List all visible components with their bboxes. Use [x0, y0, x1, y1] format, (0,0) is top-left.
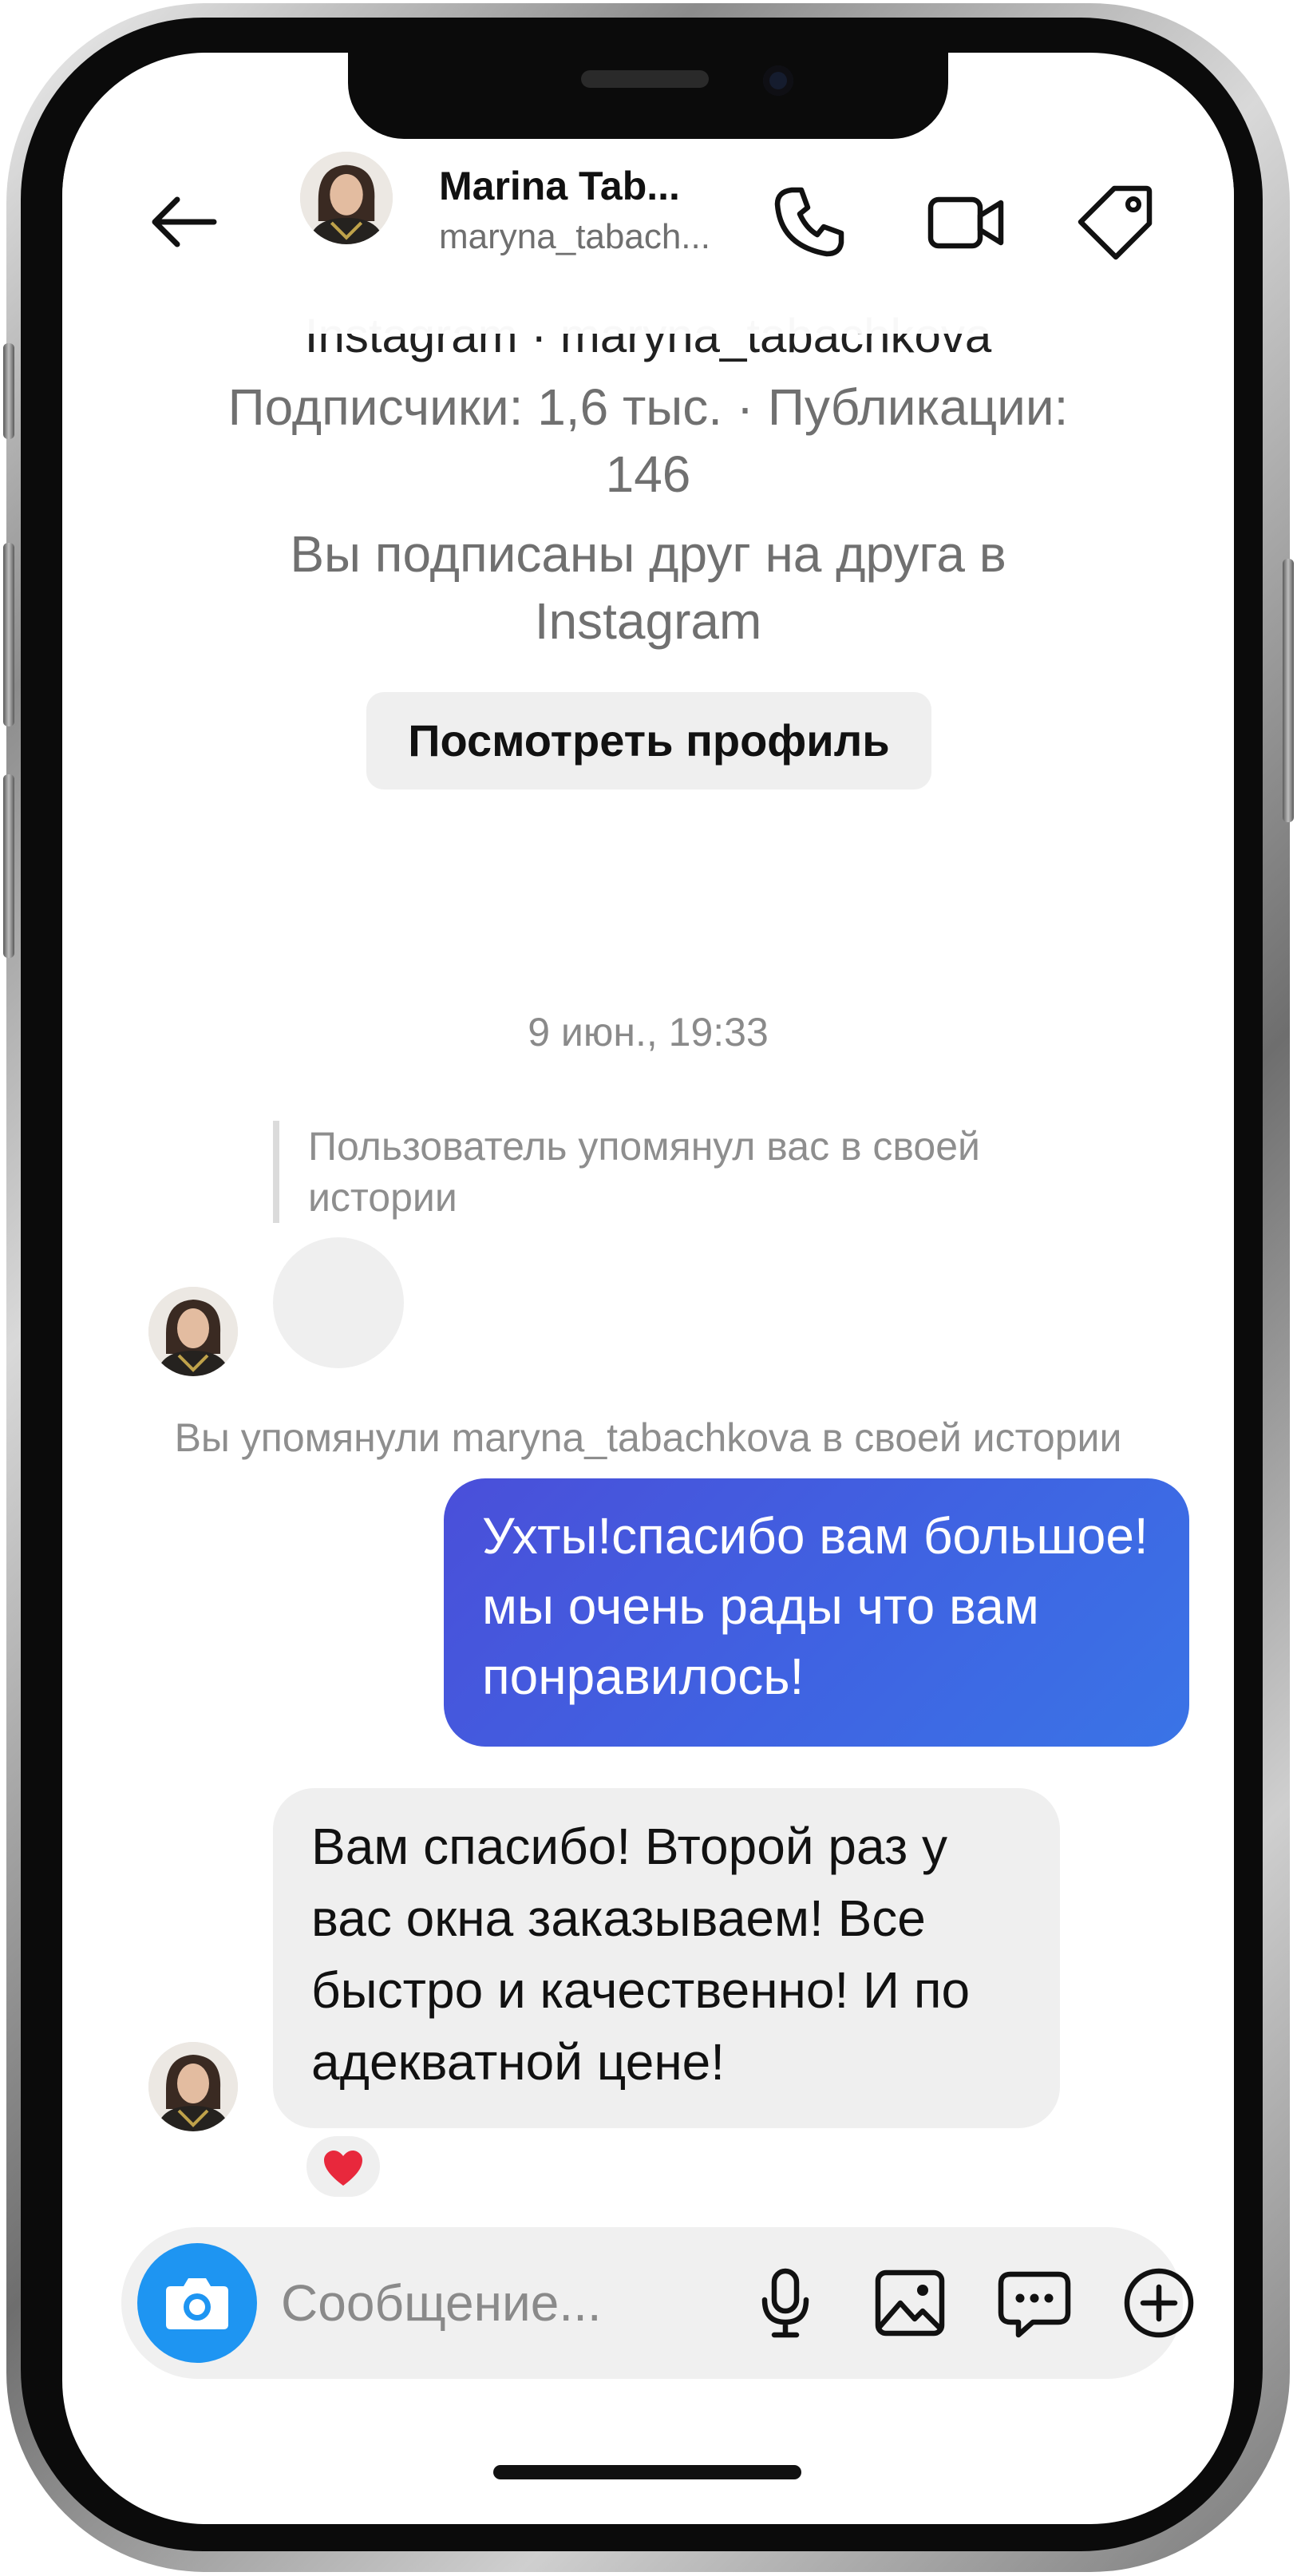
sender-avatar[interactable] — [148, 2042, 238, 2131]
view-profile-button[interactable]: Посмотреть профиль — [366, 692, 931, 789]
message-timestamp: 9 июн., 19:33 — [528, 1010, 769, 1055]
profile-stats: Подписчики: 1,6 тыс. · Публикации: 146 — [227, 378, 1069, 503]
you-mentioned-note: Вы упомянули maryna_tabachkova в своей и… — [174, 1415, 1122, 1460]
side-button-volume-down — [3, 774, 14, 958]
outgoing-message-bubble[interactable]: Ухты!спасибо вам большое!мы очень рады ч… — [444, 1478, 1189, 1747]
story-preview[interactable] — [273, 1237, 404, 1368]
notch — [348, 53, 948, 139]
side-button-power — [1283, 559, 1294, 822]
plus-icon[interactable] — [1119, 2263, 1199, 2343]
earpiece-speaker — [581, 70, 709, 88]
back-arrow-icon[interactable] — [144, 182, 223, 262]
message-composer: Сообщение... — [121, 2227, 1194, 2379]
microphone-icon[interactable] — [745, 2263, 825, 2343]
heart-reaction[interactable] — [302, 2131, 385, 2202]
incoming-message-bubble[interactable]: Вам спасибо! Второй раз у вас окна заказ… — [273, 1788, 1060, 2128]
header-avatar[interactable] — [300, 152, 393, 244]
front-camera — [763, 65, 793, 96]
sticker-message-icon[interactable] — [994, 2263, 1074, 2343]
camera-button[interactable] — [137, 2243, 257, 2363]
phone-icon[interactable] — [769, 182, 849, 262]
side-button-mute — [3, 343, 14, 439]
tag-icon[interactable] — [1076, 182, 1156, 262]
image-icon[interactable] — [870, 2263, 950, 2343]
camera-icon — [166, 2278, 228, 2329]
contact-username[interactable]: maryna_tabach... — [439, 217, 710, 257]
story-mention-note: Пользователь упомянул вас в своей истори… — [273, 1121, 1071, 1223]
mutual-follow-note: Вы подписаны друг на друга в Instagram — [290, 525, 1006, 650]
contact-name[interactable]: Marina Tab... — [439, 163, 680, 209]
home-indicator[interactable] — [493, 2465, 801, 2479]
video-icon[interactable] — [926, 182, 1006, 262]
phone-screen: Instagram · maryna_tabachkova Подписчики… — [62, 53, 1234, 2524]
heart-icon — [324, 2151, 362, 2186]
message-input[interactable]: Сообщение... — [281, 2227, 602, 2379]
sender-avatar[interactable] — [148, 1287, 238, 1376]
side-button-volume-up — [3, 543, 14, 726]
